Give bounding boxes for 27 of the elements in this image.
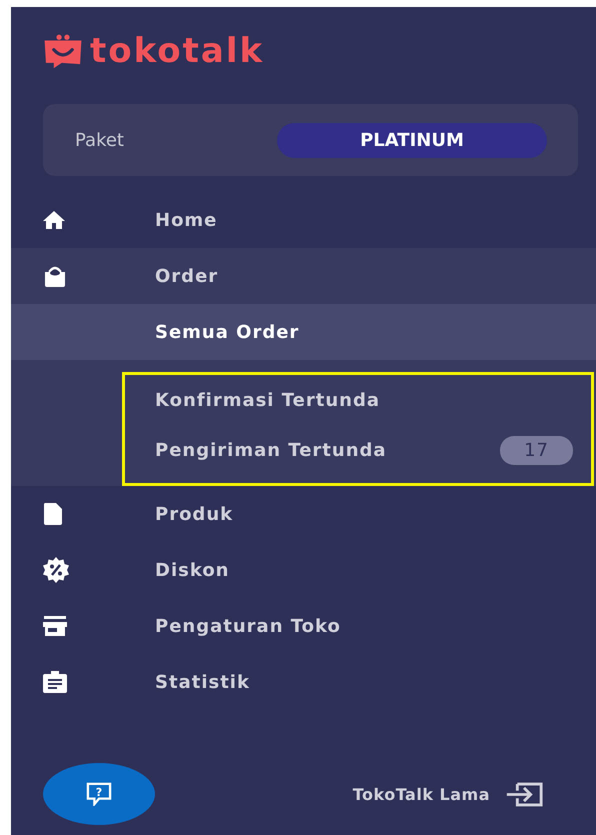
count-badge: 17: [500, 436, 573, 464]
menu-item[interactable]: Order: [11, 248, 596, 304]
menu-item[interactable]: Produk: [11, 486, 596, 542]
menu-item[interactable]: Pengaturan Toko: [11, 598, 596, 654]
logo-icon: [42, 33, 84, 69]
menu-item[interactable]: Statistik: [11, 654, 596, 710]
old-version-link[interactable]: TokoTalk Lama: [352, 782, 544, 806]
logo-text: tokotalk: [90, 31, 264, 71]
help-chat-icon: ?: [85, 782, 113, 806]
plan-badge: PLATINUM: [277, 122, 547, 158]
help-button[interactable]: ?: [43, 763, 155, 825]
submenu-item[interactable]: Pengiriman Tertunda 17: [125, 425, 591, 475]
store-icon: [42, 615, 68, 637]
submenu-item[interactable]: Konfirmasi Tertunda: [125, 375, 591, 425]
submenu-label: Pengiriman Tertunda: [155, 440, 387, 460]
discount-icon: [42, 556, 70, 584]
submenu-label: Semua Order: [155, 322, 300, 342]
submenu-label: Konfirmasi Tertunda: [155, 390, 380, 410]
submenu-item[interactable]: Semua Order: [11, 304, 596, 360]
menu-item[interactable]: Diskon: [11, 542, 596, 598]
bag-icon: [42, 264, 68, 288]
menu-item[interactable]: Home: [11, 192, 596, 248]
plan-label: Paket: [75, 130, 124, 150]
clipboard-icon: [42, 670, 68, 694]
file-icon: [42, 502, 64, 526]
exit-icon: [504, 782, 544, 806]
home-icon: [42, 210, 66, 230]
